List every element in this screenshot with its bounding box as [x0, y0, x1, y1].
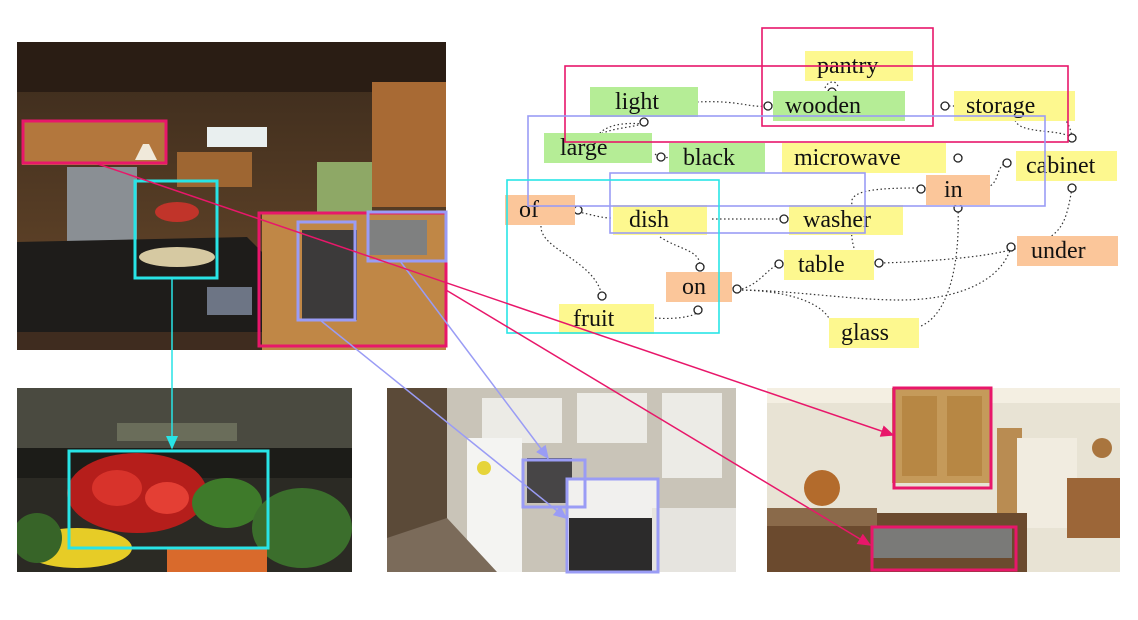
node-under: under — [1017, 236, 1118, 266]
node-of: of — [505, 195, 575, 225]
node-storage: storage — [954, 91, 1075, 121]
node-wooden: wooden — [773, 91, 905, 121]
node-microwave: microwave — [782, 143, 946, 173]
node-cabinet: cabinet — [1016, 151, 1117, 181]
node-large: large — [544, 133, 652, 163]
node-washer: washer — [789, 205, 903, 235]
node-in: in — [926, 175, 990, 205]
node-pantry: pantry — [805, 51, 913, 81]
node-on: on — [666, 272, 732, 302]
node-dish: dish — [613, 205, 707, 235]
node-glass: glass — [829, 318, 919, 348]
node-table: table — [784, 250, 874, 280]
graph-edge-nodes — [573, 87, 1077, 315]
node-light: light — [590, 87, 698, 117]
node-fruit: fruit — [559, 304, 654, 334]
node-black: black — [669, 143, 765, 173]
